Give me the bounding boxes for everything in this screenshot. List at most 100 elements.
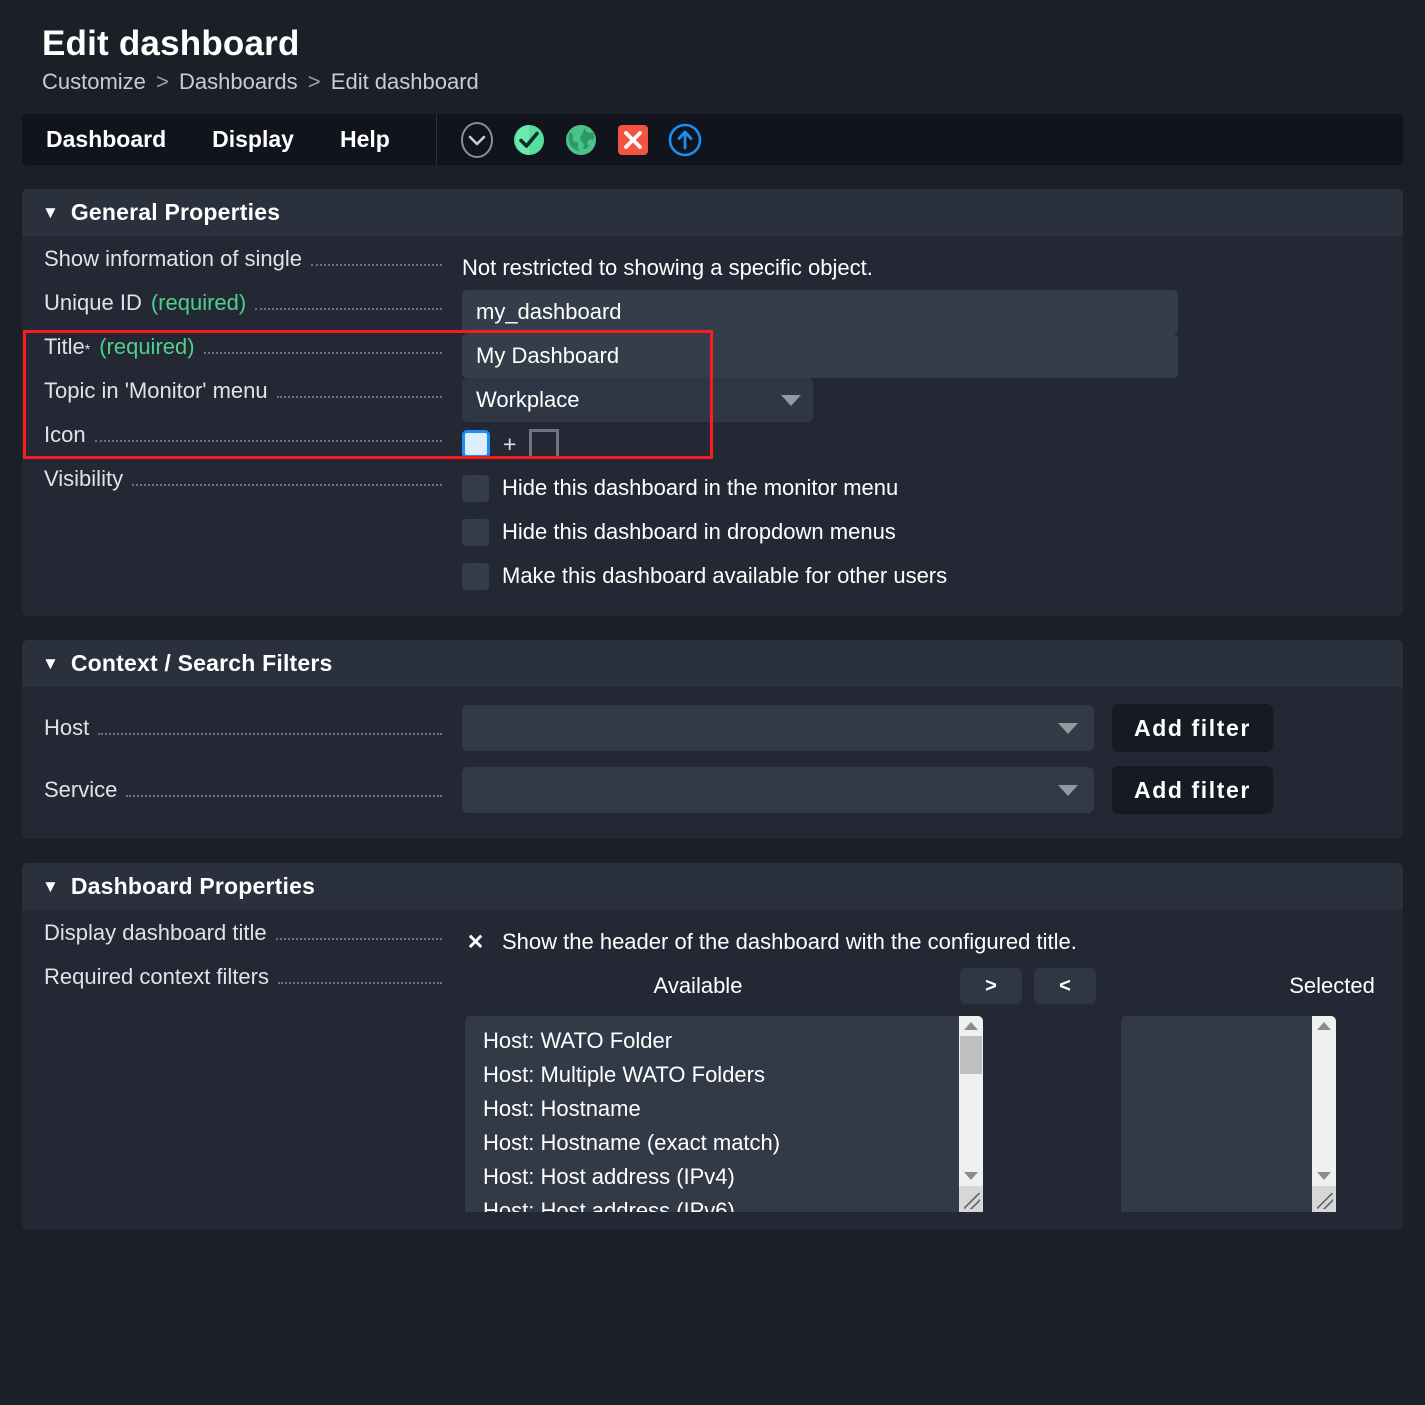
move-left-button[interactable]: < — [1034, 968, 1096, 1004]
available-filters-listbox[interactable]: Host: WATO Folder Host: Multiple WATO Fo… — [465, 1016, 983, 1212]
scroll-up-arrow-icon[interactable] — [1317, 1016, 1331, 1036]
label-text: Required context filters — [44, 964, 269, 989]
panel-body-context-search-filters: Host Add filter Service Add filter — [22, 687, 1403, 839]
list-item[interactable]: Host: Multiple WATO Folders — [465, 1058, 983, 1092]
add-host-filter-button[interactable]: Add filter — [1112, 704, 1273, 752]
panel-title-dashboard-properties: Dashboard Properties — [70, 873, 316, 899]
breadcrumb-item-edit-dashboard: Edit dashboard — [330, 69, 479, 94]
menu-dashboard[interactable]: Dashboard — [46, 126, 166, 153]
dotted-leader — [275, 938, 442, 940]
unique-id-input[interactable] — [462, 290, 1178, 334]
globe-icon[interactable] — [558, 117, 604, 163]
menu-display[interactable]: Display — [212, 126, 294, 153]
list-item[interactable]: Host: WATO Folder — [465, 1024, 983, 1058]
list-item[interactable]: Host: Host address (IPv6) — [465, 1194, 983, 1212]
row-required-context-filters: Required context filters Available > < S… — [22, 964, 1403, 1008]
scroll-down-arrow-icon[interactable] — [1317, 1166, 1331, 1186]
chevron-down-icon — [1058, 722, 1078, 734]
dotted-leader — [98, 733, 442, 735]
label-display-dashboard-title: Display dashboard title — [22, 920, 442, 946]
label-unique-id: Unique ID (required) — [22, 290, 442, 316]
value-title — [442, 334, 1403, 378]
breadcrumb-separator: > — [156, 69, 169, 94]
selected-filters-listbox[interactable] — [1121, 1016, 1336, 1212]
label-visibility: Visibility — [22, 466, 442, 492]
host-filter-select[interactable] — [462, 705, 1094, 751]
dotted-leader — [126, 795, 442, 797]
page-title: Edit dashboard — [42, 24, 300, 63]
add-service-filter-button[interactable]: Add filter — [1112, 766, 1273, 814]
row-topic: Topic in 'Monitor' menu Workplace — [22, 378, 1403, 422]
checkbox-row-available-other-users[interactable]: Make this dashboard available for other … — [462, 554, 1403, 598]
scroll-up-arrow-icon[interactable] — [964, 1016, 978, 1036]
label-text: Icon — [44, 422, 86, 447]
value-display-dashboard-title: ✕ Show the header of the dashboard with … — [442, 920, 1403, 964]
checkbox-label: Show the header of the dashboard with th… — [502, 929, 1077, 954]
page-header: Edit dashboard Customize > Dashboards > … — [0, 0, 1425, 97]
collapse-caret-icon[interactable]: ▼ — [42, 655, 59, 672]
collapse-caret-icon[interactable]: ▼ — [42, 878, 59, 895]
checkbox-label: Make this dashboard available for other … — [502, 563, 948, 588]
list-item[interactable]: Host: Hostname — [465, 1092, 983, 1126]
menu-divider — [435, 114, 437, 165]
breadcrumb-item-dashboards[interactable]: Dashboards — [179, 69, 298, 94]
check-circle-icon[interactable] — [506, 117, 552, 163]
dashboard-icon-swatch[interactable] — [462, 430, 490, 458]
label-text: Visibility — [44, 466, 124, 491]
checkbox-show-dashboard-header[interactable]: ✕ — [462, 928, 489, 956]
required-marker: (required) — [150, 290, 247, 315]
dotted-leader — [132, 484, 442, 486]
chevron-down-icon — [781, 394, 801, 406]
label-topic: Topic in 'Monitor' menu — [22, 378, 442, 404]
chevron-down-circle-icon[interactable] — [454, 117, 500, 163]
dotted-leader — [255, 308, 442, 310]
list-item[interactable]: Host: Host address (IPv4) — [465, 1160, 983, 1194]
emblem-picker-icon[interactable] — [529, 429, 560, 459]
label-text: Topic in 'Monitor' menu — [44, 378, 268, 403]
available-list-scrollbar[interactable] — [959, 1016, 983, 1212]
scrollbar-track[interactable] — [1312, 1036, 1336, 1166]
label-text: Title — [44, 334, 85, 359]
panel-body-dashboard-properties: Display dashboard title ✕ Show the heade… — [22, 910, 1403, 1230]
title-input[interactable] — [462, 334, 1178, 378]
checkbox-row-hide-monitor-menu[interactable]: Hide this dashboard in the monitor menu — [462, 466, 1403, 510]
available-header: Available — [653, 973, 743, 998]
panel-header-context-search-filters[interactable]: ▼ Context / Search Filters — [22, 640, 1403, 687]
breadcrumb-item-customize[interactable]: Customize — [42, 69, 146, 94]
checkbox-label: Hide this dashboard in dropdown menus — [502, 519, 896, 544]
collapse-caret-icon[interactable]: ▼ — [42, 204, 59, 221]
checkbox-row-hide-dropdown-menus[interactable]: Hide this dashboard in dropdown menus — [462, 510, 1403, 554]
checkbox-row-show-dashboard-header[interactable]: ✕ Show the header of the dashboard with … — [462, 920, 1403, 964]
topic-select[interactable]: Workplace — [462, 378, 813, 422]
checkbox-available-other-users[interactable] — [462, 562, 489, 590]
panel-header-dashboard-properties[interactable]: ▼ Dashboard Properties — [22, 863, 1403, 910]
close-square-icon[interactable] — [610, 117, 656, 163]
move-right-button[interactable]: > — [960, 968, 1022, 1004]
list-item[interactable]: Host: Hostname (exact match) — [465, 1126, 983, 1160]
title-asterisk: * — [84, 341, 91, 357]
upload-circle-icon[interactable] — [662, 117, 708, 163]
scrollbar-thumb[interactable] — [960, 1036, 982, 1074]
resize-grip-icon[interactable] — [959, 1186, 983, 1212]
selected-list-scrollbar[interactable] — [1312, 1016, 1336, 1212]
breadcrumb-separator: > — [307, 69, 321, 94]
scroll-down-arrow-icon[interactable] — [964, 1166, 978, 1186]
row-show-single-object: Show information of single Not restricte… — [22, 246, 1403, 290]
panel-dashboard-properties: ▼ Dashboard Properties Display dashboard… — [22, 863, 1403, 1230]
checkbox-hide-dropdown-menus[interactable] — [462, 518, 489, 546]
value-visibility: Hide this dashboard in the monitor menu … — [442, 466, 1403, 598]
scrollbar-track[interactable] — [959, 1036, 983, 1166]
panel-header-general-properties[interactable]: ▼ General Properties — [22, 189, 1403, 236]
label-title: Title * (required) — [22, 334, 442, 360]
value-show-single-object: Not restricted to showing a specific obj… — [442, 246, 1403, 290]
row-visibility: Visibility Hide this dashboard in the mo… — [22, 466, 1403, 598]
menu-help[interactable]: Help — [340, 126, 390, 153]
menu-bar: Dashboard Display Help — [22, 114, 1403, 165]
service-filter-select[interactable] — [462, 767, 1094, 813]
label-service: Service — [22, 777, 442, 803]
resize-grip-icon[interactable] — [1312, 1186, 1336, 1212]
checkbox-hide-monitor-menu[interactable] — [462, 474, 489, 502]
value-unique-id — [442, 290, 1403, 334]
checkbox-label: Hide this dashboard in the monitor menu — [502, 475, 899, 500]
value-host-filter: Add filter — [442, 704, 1403, 752]
